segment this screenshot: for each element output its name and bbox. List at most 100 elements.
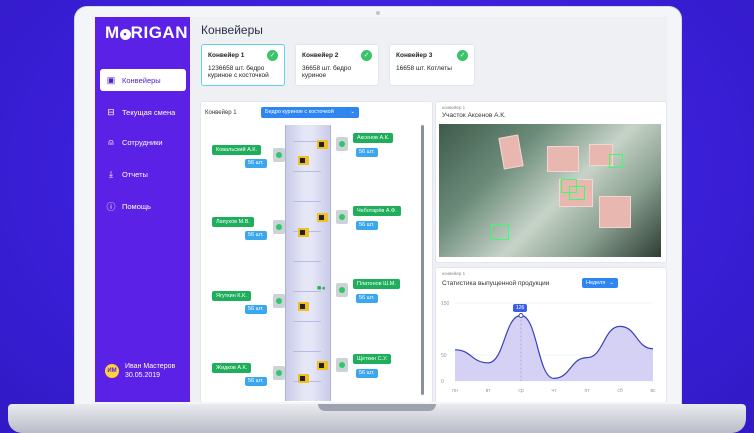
y-tick-label: 150 bbox=[441, 301, 450, 307]
logo-letter: A bbox=[162, 23, 176, 42]
sidebar-item-reports[interactable]: ⤓ Отчеты bbox=[95, 163, 190, 185]
video-camera-icon[interactable]: ■◂ bbox=[317, 284, 325, 292]
camera-panel-title: Участок Аксенов А.К. bbox=[442, 112, 506, 119]
x-tick-label: пн bbox=[452, 388, 458, 394]
tray bbox=[498, 134, 524, 170]
sidebar-item-label: Отчеты bbox=[122, 169, 148, 179]
stats-panel-subtitle: конвейер 1 bbox=[442, 271, 466, 276]
period-select[interactable]: Неделя ⌄ bbox=[582, 278, 618, 288]
worker-tag-left-3[interactable]: Ягуткин К.К. bbox=[212, 291, 251, 301]
worker-tag-left-2[interactable]: Лапухов М.В. bbox=[212, 217, 254, 227]
x-tick-label: вт bbox=[486, 388, 492, 394]
logo-letter: • bbox=[119, 29, 131, 40]
page-title: Конвейеры bbox=[201, 23, 263, 37]
user-date: 30.05.2019 bbox=[125, 372, 161, 379]
sensor-icon bbox=[336, 137, 348, 151]
line-panel-label: Конвейер 1 bbox=[205, 110, 237, 116]
worker-count: 56 шт. bbox=[245, 231, 267, 240]
sensor-icon bbox=[273, 148, 285, 162]
camera-icon bbox=[317, 213, 328, 222]
sidebar-item-conveyors[interactable]: ▣ Конвейеры bbox=[100, 69, 186, 91]
camera-feed[interactable] bbox=[439, 124, 661, 257]
sensor-icon bbox=[336, 283, 348, 297]
sensor-icon bbox=[273, 366, 285, 380]
detection-box bbox=[609, 154, 623, 168]
worker-count: 56 шт. bbox=[245, 305, 267, 314]
check-icon: ✓ bbox=[457, 50, 468, 61]
check-icon: ✓ bbox=[267, 50, 278, 61]
logo-letter: M bbox=[105, 23, 120, 42]
chart-tooltip: 126 bbox=[513, 304, 528, 313]
chevron-down-icon: ⌄ bbox=[350, 109, 355, 115]
product-dropdown[interactable]: Бедро куриное с косточкой ⌄ bbox=[261, 107, 359, 118]
worker-tag-left-4[interactable]: Жидков А.К. bbox=[212, 363, 252, 373]
worker-tag-right-4[interactable]: Щеткин С.У. bbox=[353, 354, 392, 364]
sensor-icon bbox=[273, 294, 285, 308]
app-logo: M • RIGAN bbox=[105, 23, 188, 43]
camera-icon bbox=[298, 228, 309, 237]
tray bbox=[547, 146, 579, 172]
sidebar-item-employees[interactable]: ⍝ Сотрудники bbox=[95, 131, 190, 153]
stats-panel-title: Статистика выпущенной продукции bbox=[442, 280, 550, 287]
chevron-down-icon: ⌄ bbox=[609, 280, 614, 286]
conveyor-card-title: Конвейер 3 bbox=[396, 52, 433, 59]
y-tick-label: 50 bbox=[441, 353, 447, 359]
app-screen: M • RIGAN ▣ Конвейеры ⊟ Текущая смена ⍝ Со… bbox=[95, 17, 667, 402]
detection-box bbox=[491, 224, 509, 240]
tray bbox=[599, 196, 631, 228]
peak-point bbox=[518, 312, 524, 318]
sensor-icon bbox=[273, 220, 285, 234]
worker-tag-right-1[interactable]: Аксенов А.К. bbox=[353, 133, 394, 143]
download-icon: ⤓ bbox=[109, 168, 113, 179]
x-tick-label: пт bbox=[585, 388, 591, 394]
sensor-icon bbox=[336, 358, 348, 372]
user-icon: ⍝ bbox=[108, 136, 114, 147]
camera-icon bbox=[298, 374, 309, 383]
y-tick-label: 0 bbox=[441, 379, 444, 385]
belt-arrow bbox=[293, 343, 321, 352]
sidebar: M • RIGAN ▣ Конвейеры ⊟ Текущая смена ⍝ Со… bbox=[95, 17, 190, 402]
x-tick-label: вс bbox=[650, 388, 656, 394]
stats-chart: 150 50 0 пн вт ср чт пт сб вс bbox=[441, 301, 656, 394]
user-profile[interactable]: ИМ Иван Мастеров 30.05.2019 bbox=[105, 362, 175, 380]
logo-letter: N bbox=[175, 23, 188, 42]
laptop-notch bbox=[318, 404, 436, 411]
sidebar-item-label: Текущая смена bbox=[122, 107, 176, 117]
sensor-icon bbox=[336, 210, 348, 224]
worker-count: 56 шт. bbox=[356, 148, 378, 157]
conveyor-card-title: Конвейер 1 bbox=[208, 52, 245, 59]
worker-tag-right-2[interactable]: Чеботарёв А.Ф. bbox=[353, 206, 401, 216]
conveyor-card-2[interactable]: Конвейер 2 ✓ 36658 шт. бедро куриное bbox=[295, 44, 379, 86]
sidebar-item-help[interactable]: ⓘ Помощь bbox=[95, 195, 190, 217]
conveyor-card-1[interactable]: Конвейер 1 ✓ 1236658 шт. бедро куриное с… bbox=[201, 44, 285, 86]
logo-letter: G bbox=[148, 23, 163, 42]
worker-count: 56 шт. bbox=[245, 377, 267, 386]
user-name: Иван Мастеров bbox=[125, 363, 176, 370]
conveyor-card-title: Конвейер 2 bbox=[302, 52, 339, 59]
worker-count: 56 шт. bbox=[245, 159, 267, 168]
dropdown-value: Бедро куриное с косточкой bbox=[265, 109, 334, 115]
shift-icon: ⊟ bbox=[107, 106, 115, 117]
scrollbar[interactable] bbox=[421, 125, 424, 395]
worker-tag-right-3[interactable]: Платонов Ш.М. bbox=[353, 279, 400, 289]
worker-count: 56 шт. bbox=[356, 294, 378, 303]
sidebar-item-label: Помощь bbox=[122, 201, 151, 211]
help-icon: ⓘ bbox=[106, 201, 116, 212]
belt-arrow bbox=[293, 193, 321, 202]
camera-icon bbox=[317, 140, 328, 149]
x-tick-label: ср bbox=[518, 388, 524, 394]
conveyor-card-detail: 36658 шт. бедро куриное bbox=[302, 65, 352, 79]
worker-tag-left-1[interactable]: Ковальский А.К. bbox=[212, 145, 262, 155]
conveyor-card-3[interactable]: Конвейер 3 ✓ 16658 шт. Котлеты bbox=[389, 44, 475, 86]
camera-icon bbox=[298, 156, 309, 165]
worker-count: 56 шт. bbox=[356, 221, 378, 230]
sidebar-item-current-shift[interactable]: ⊟ Текущая смена bbox=[95, 101, 190, 123]
conveyor-icon: ▣ bbox=[106, 74, 116, 85]
period-select-value: Неделя bbox=[586, 280, 606, 286]
conveyor-belt bbox=[285, 125, 331, 401]
sidebar-item-label: Конвейеры bbox=[122, 75, 161, 85]
conveyor-card-detail: 16658 шт. Котлеты bbox=[396, 65, 452, 72]
avatar: ИМ bbox=[105, 364, 119, 378]
camera-panel-subtitle: конвейер 1 bbox=[442, 105, 466, 110]
laptop-camera bbox=[376, 11, 380, 15]
